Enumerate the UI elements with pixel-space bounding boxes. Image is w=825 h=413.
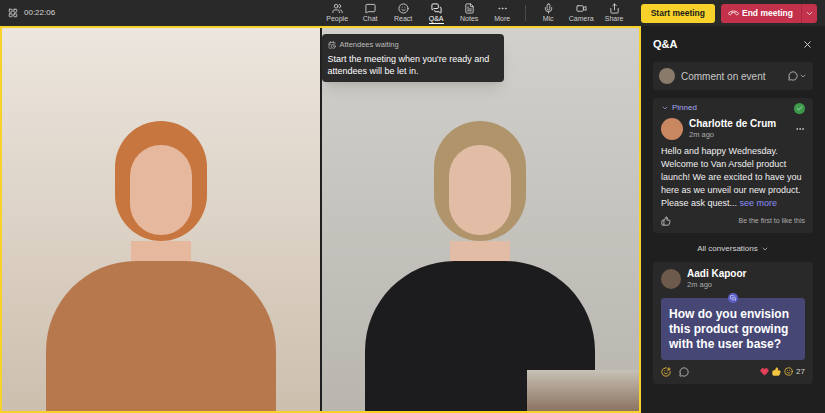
toolbar-label: More [494,14,510,24]
device-label: Mic [543,14,554,23]
thumbs-up-icon[interactable] [772,367,781,376]
reply-icon[interactable] [679,367,689,377]
meeting-timer: 00:22:06 [24,7,55,19]
conversation-filter[interactable]: All conversations [653,243,813,255]
device-label: Camera [569,14,594,23]
toolbar-button[interactable]: Q&A [420,0,453,26]
qa-header: Q&A [653,26,813,62]
question-icon [730,295,736,301]
device-button[interactable]: Mic [532,0,565,26]
device-icon [609,3,620,14]
device-icon [543,3,554,14]
chevron-down-icon [761,245,769,253]
top-bar: 00:22:06 People Chat React Q&A Notes More Mic Ca… [0,0,825,26]
device-button[interactable]: Camera [565,0,598,26]
comment-type-icon[interactable] [788,71,798,81]
question-badge [728,293,738,303]
like-icon[interactable] [661,216,671,226]
calendar-icon [328,41,336,49]
user-avatar [659,68,675,84]
toolbar-label: Notes [460,14,478,24]
question-card: Aadi Kapoor2m ago How do you envision thi… [653,262,813,384]
toolbar-icon [464,3,475,14]
like-prompt: Be the first to like this [738,216,805,227]
author-name: Aadi Kapoor [687,268,805,280]
device-label: Share [605,14,624,23]
toolbar-button[interactable]: React [387,0,420,26]
start-meeting-button[interactable]: Start meeting [641,4,715,23]
reaction-count: 27 [796,366,805,378]
device-button[interactable]: Share [598,0,631,26]
video-stage: Attendees waiting Start the meeting when … [0,26,641,413]
end-meeting-button[interactable]: End meeting [721,4,817,23]
toolbar-divider [525,5,526,21]
author-avatar [661,118,683,140]
teams-meeting-window: 00:22:06 People Chat React Q&A Notes More Mic Ca… [0,0,825,413]
video-tile [2,28,320,411]
end-meeting-label: End meeting [742,7,793,20]
toolbar-button[interactable]: People [321,0,354,26]
add-reaction-icon[interactable] [661,367,671,377]
meeting-info: 00:22:06 [8,7,55,19]
chevron-down-icon[interactable] [805,9,814,18]
see-more-link[interactable]: see more [740,198,778,208]
toolbar-icon [431,3,442,14]
author-name: Charlotte de Crum [689,118,789,130]
video-tile: Attendees waiting Start the meeting when … [322,28,640,411]
post-time: 2m ago [687,280,805,290]
pinned-card: Pinned Charlotte de Crum2m ago Hello and h… [653,98,813,233]
toolbar-button[interactable]: Notes [453,0,486,26]
toolbar-icon [398,3,409,14]
self-view-video [527,370,639,411]
pinned-message: Hello and happy Wednesday. Welcome to Va… [661,145,805,210]
smile-icon[interactable] [784,367,793,376]
participant-video [2,28,320,411]
toolbar-button[interactable]: More [486,0,519,26]
verified-badge [794,103,805,114]
post-time: 2m ago [689,130,789,140]
more-options-icon[interactable] [795,124,805,134]
grid-icon[interactable] [8,8,18,18]
toolbar-button[interactable]: Chat [354,0,387,26]
toolbar-icon [497,3,508,14]
comment-placeholder: Comment on event [681,69,782,84]
phone-icon [727,7,740,20]
device-icon [576,3,587,14]
comment-input[interactable]: Comment on event [653,62,813,90]
meeting-body: Attendees waiting Start the meeting when … [0,26,825,413]
close-icon[interactable] [802,39,813,50]
collapse-icon[interactable] [661,104,669,112]
filter-label: All conversations [697,243,757,255]
meeting-toolbar: People Chat React Q&A Notes More Mic Camera Shar… [321,0,817,26]
participant-video [322,28,640,411]
attendees-waiting-tooltip: Attendees waiting Start the meeting when … [322,34,504,82]
heart-icon[interactable] [760,367,769,376]
qa-panel: Q&A Comment on event Pinned Charlotte de Cr… [641,26,825,413]
toolbar-icon [332,3,343,14]
pinned-label: Pinned [672,102,697,114]
toolbar-label: People [326,14,348,24]
toolbar-label: Chat [363,14,378,24]
question-text: How do you envision this product growing… [661,298,805,360]
toolbar-label: Q&A [429,14,444,24]
qa-title: Q&A [653,36,677,53]
tooltip-title: Attendees waiting [340,39,399,50]
chevron-down-icon[interactable] [799,72,807,80]
toolbar-label: React [394,14,412,24]
toolbar-icon [365,3,376,14]
tooltip-body: Start the meeting when you're ready and … [328,53,498,77]
author-avatar [661,269,681,289]
check-icon [796,105,803,112]
